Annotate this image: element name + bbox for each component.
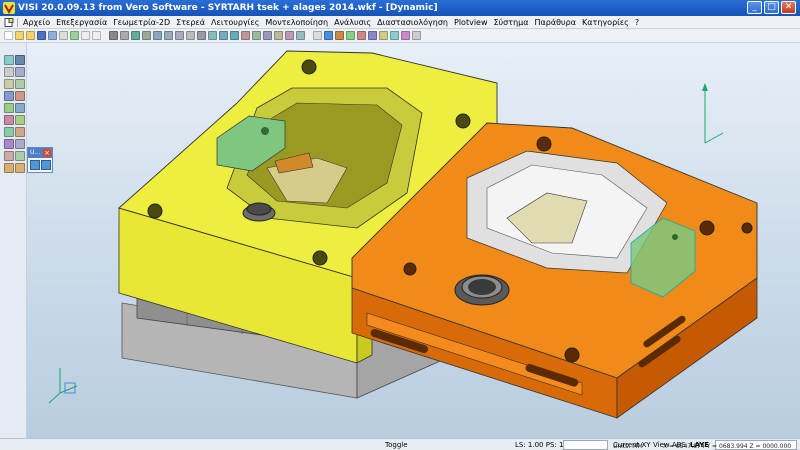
open-recent-icon[interactable] [26, 31, 35, 40]
menu-system[interactable]: Σύστημα [494, 18, 535, 27]
zoom-dynamic-icon[interactable] [274, 31, 283, 40]
chamfer-icon[interactable] [15, 127, 25, 137]
units-label: Units: MM [613, 443, 643, 450]
menu-modeling[interactable]: Μοντελοποίηση [265, 18, 334, 27]
menu-bar: Αρχείο Επεξεργασία Γεωμετρία-2D Στερεά Λ… [0, 16, 800, 29]
coordinate-readout: X = 0547.874 Y = 0683.994 Z = 0000.000 [663, 443, 792, 450]
menu-categories[interactable]: Κατηγορίες [582, 18, 635, 27]
shaded-view-icon[interactable] [109, 31, 118, 40]
help-icon[interactable] [324, 31, 333, 40]
toggle-label[interactable]: Toggle [385, 440, 408, 450]
undo-view-icon[interactable] [30, 160, 40, 170]
minimize-button[interactable]: _ [747, 1, 762, 14]
hidden-line-icon[interactable] [131, 31, 140, 40]
menu-dimensioning[interactable]: Διαστασιολόγηση [377, 18, 454, 27]
left-toolbar [0, 43, 27, 438]
title-bar: VISI 20.0.09.13 from Vero Software - SYR… [0, 0, 800, 16]
view-bottom-icon[interactable] [197, 31, 206, 40]
colors-icon[interactable] [379, 31, 388, 40]
text-tool-icon[interactable] [4, 103, 14, 113]
line-icon[interactable] [4, 67, 14, 77]
menu-help[interactable]: ? [635, 18, 645, 27]
properties-icon[interactable] [92, 31, 101, 40]
polygon-icon[interactable] [15, 91, 25, 101]
visi-app-icon [3, 2, 15, 14]
view-axis-icon [702, 83, 724, 144]
rotate-icon[interactable] [296, 31, 305, 40]
open-folder-icon[interactable] [15, 31, 24, 40]
print-preview-icon[interactable] [70, 31, 79, 40]
extend-icon[interactable] [15, 115, 25, 125]
menu-windows[interactable]: Παράθυρα [535, 18, 583, 27]
panel-close-button[interactable]: × [43, 149, 51, 157]
filter-icon[interactable] [357, 31, 366, 40]
workplane-icon[interactable] [412, 31, 421, 40]
rectangle-icon[interactable] [4, 91, 14, 101]
arc-icon[interactable] [15, 67, 25, 77]
layer-icon[interactable] [346, 31, 355, 40]
view-back-icon[interactable] [186, 31, 195, 40]
view-front-icon[interactable] [142, 31, 151, 40]
menu-geometry-2d[interactable]: Γεωμετρία-2D [113, 18, 176, 27]
view-user-icon[interactable] [230, 31, 239, 40]
measure-icon[interactable] [335, 31, 344, 40]
print-icon[interactable] [59, 31, 68, 40]
close-button[interactable]: ✕ [781, 1, 796, 14]
pan-icon[interactable] [285, 31, 294, 40]
save-as-icon[interactable] [48, 31, 57, 40]
page-setup-icon[interactable] [81, 31, 90, 40]
wireframe-view-icon[interactable] [120, 31, 129, 40]
maximize-button[interactable]: □ [764, 1, 779, 14]
document-icon[interactable] [4, 17, 14, 27]
copy-icon[interactable] [15, 139, 25, 149]
menu-operations[interactable]: Λειτουργίες [211, 18, 265, 27]
zoom-window-icon[interactable] [263, 31, 272, 40]
view-top-icon[interactable] [153, 31, 162, 40]
new-file-icon[interactable] [4, 31, 13, 40]
undo-icon[interactable] [4, 163, 14, 173]
fillet-icon[interactable] [4, 127, 14, 137]
menu-solids[interactable]: Στερεά [176, 18, 211, 27]
floating-tool-panel: U... × [27, 147, 53, 173]
menu-edit[interactable]: Επεξεργασία [56, 18, 113, 27]
grid-icon[interactable] [390, 31, 399, 40]
offset-icon[interactable] [15, 103, 25, 113]
window-title: VISI 20.0.09.13 from Vero Software - SYR… [18, 3, 438, 13]
redo-icon[interactable] [15, 163, 25, 173]
command-input[interactable] [563, 440, 608, 450]
redo-view-icon[interactable] [41, 160, 51, 170]
redraw-icon[interactable] [313, 31, 322, 40]
attributes-icon[interactable] [368, 31, 377, 40]
point-icon[interactable] [15, 55, 25, 65]
scale-icon[interactable] [15, 151, 25, 161]
snap-icon[interactable] [401, 31, 410, 40]
menu-file[interactable]: Αρχείο [23, 18, 56, 27]
select-icon[interactable] [4, 55, 14, 65]
view-iso-icon[interactable] [175, 31, 184, 40]
mirror-icon[interactable] [4, 139, 14, 149]
main-toolbar [0, 29, 800, 43]
view-left-icon[interactable] [208, 31, 217, 40]
trim-icon[interactable] [4, 115, 14, 125]
save-icon[interactable] [37, 31, 46, 40]
menu-analysis[interactable]: Ανάλυσις [334, 18, 377, 27]
spline-icon[interactable] [15, 79, 25, 89]
zoom-all-icon[interactable] [252, 31, 261, 40]
section-view-icon[interactable] [241, 31, 250, 40]
circle-icon[interactable] [4, 79, 14, 89]
xyz-triad-icon [48, 368, 78, 404]
move-icon[interactable] [4, 151, 14, 161]
menu-plotview[interactable]: Plotview [454, 18, 494, 27]
mould-model-view[interactable] [27, 43, 800, 438]
menu-separator [17, 17, 18, 27]
view-right-icon[interactable] [219, 31, 228, 40]
view-side-icon[interactable] [164, 31, 173, 40]
graphics-viewport[interactable] [27, 43, 800, 438]
